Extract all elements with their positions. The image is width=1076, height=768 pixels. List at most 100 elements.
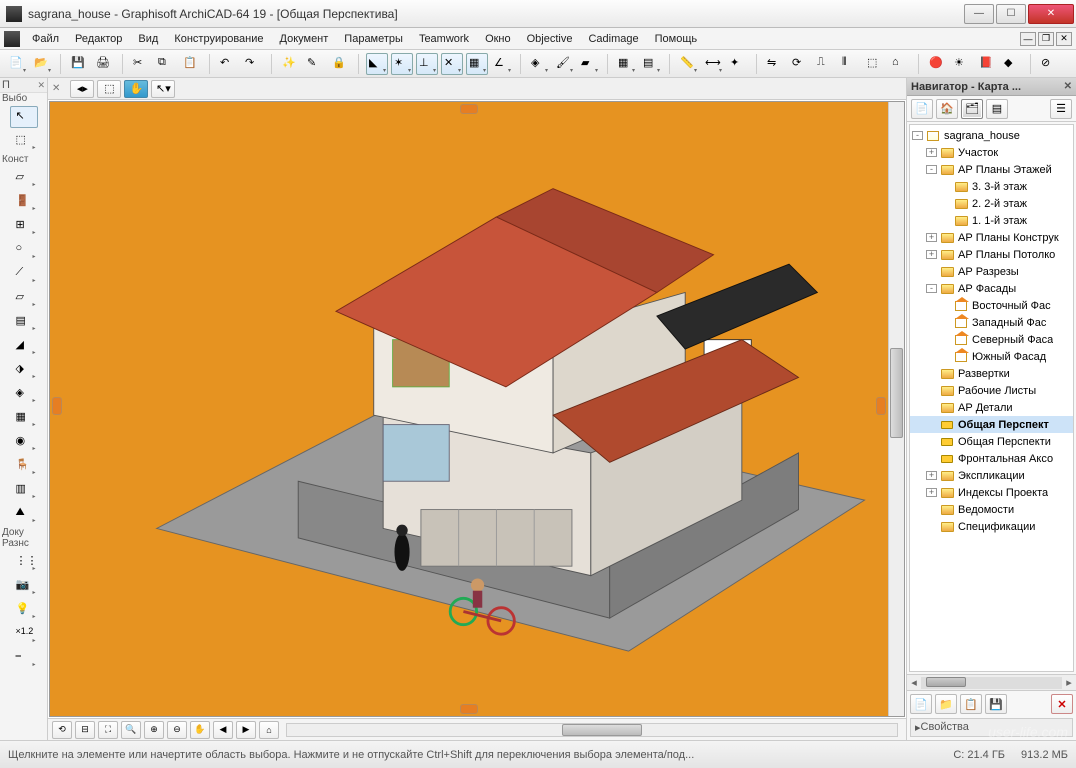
nav-tab-viewmap[interactable]: 🗂 xyxy=(961,99,983,119)
nav-new-folder[interactable]: 📁 xyxy=(935,694,957,714)
snap-6-button[interactable]: ∠ xyxy=(491,53,513,75)
nav-save[interactable]: 💾 xyxy=(985,694,1007,714)
morph-tool[interactable]: ◉ xyxy=(10,431,38,453)
skylight-tool[interactable]: ◈ xyxy=(10,383,38,405)
minimize-button[interactable]: — xyxy=(964,4,994,24)
tree-item[interactable]: Общая Перспекти xyxy=(910,433,1073,450)
text-misc-tool[interactable]: ×1.2 xyxy=(10,623,38,645)
wand-button[interactable]: ✨ xyxy=(279,53,301,75)
mdi-minimize[interactable]: — xyxy=(1020,32,1036,46)
tree-twisty-icon[interactable] xyxy=(940,335,951,344)
new-button[interactable]: 📄 xyxy=(6,53,28,75)
menu-view[interactable]: Вид xyxy=(130,30,166,48)
tree-twisty-icon[interactable] xyxy=(926,437,937,446)
tree-twisty-icon[interactable]: + xyxy=(926,233,937,242)
zoom-in-button[interactable]: ⊕ xyxy=(144,721,164,739)
curtain-tool[interactable]: ▦ xyxy=(10,407,38,429)
tree-item[interactable]: Ведомости xyxy=(910,501,1073,518)
zone-tool[interactable]: ▥ xyxy=(10,479,38,501)
column-tool[interactable]: ○ xyxy=(10,239,38,261)
camera-misc-tool[interactable]: 📷 xyxy=(10,575,38,597)
menu-teamwork[interactable]: Teamwork xyxy=(411,30,477,48)
tree-twisty-icon[interactable] xyxy=(926,505,937,514)
viewport-handle-right[interactable] xyxy=(876,397,886,415)
measure-button[interactable]: 📏 xyxy=(677,53,699,75)
help-button[interactable]: ⊘ xyxy=(1038,53,1060,75)
tree-twisty-icon[interactable]: - xyxy=(912,131,923,140)
cut-button[interactable]: ✂ xyxy=(130,53,152,75)
rotate-button[interactable]: ⟳ xyxy=(789,53,811,75)
tree-item[interactable]: +АР Планы Конструк xyxy=(910,229,1073,246)
pan-button[interactable]: ✋ xyxy=(190,721,210,739)
maximize-button[interactable]: ☐ xyxy=(996,4,1026,24)
render4-button[interactable]: ◆ xyxy=(1001,53,1023,75)
render3-button[interactable]: 📕 xyxy=(976,53,998,75)
tree-item[interactable]: -АР Планы Этажей xyxy=(910,161,1073,178)
tree-twisty-icon[interactable] xyxy=(926,420,937,429)
orbit-button[interactable]: ⟲ xyxy=(52,721,72,739)
mini-nav1[interactable]: ◂▸ xyxy=(70,80,94,98)
snap-2-button[interactable]: ✶ xyxy=(391,53,413,75)
viewport-hscroll[interactable] xyxy=(286,723,898,737)
navigator-header[interactable]: Навигатор - Карта ... ✕ xyxy=(907,78,1076,96)
menu-window[interactable]: Окно xyxy=(477,30,519,48)
view-prev-button[interactable]: ⊟ xyxy=(75,721,95,739)
menu-help[interactable]: Помощь xyxy=(647,30,706,48)
roof-tool[interactable]: ◢ xyxy=(10,335,38,357)
mirror-button[interactable]: ⇋ xyxy=(764,53,786,75)
lock-button[interactable]: 🔒 xyxy=(329,53,351,75)
tree-twisty-icon[interactable] xyxy=(926,369,937,378)
tree-twisty-icon[interactable] xyxy=(926,403,937,412)
model-button[interactable]: ▦ xyxy=(615,53,637,75)
tree-item[interactable]: 1. 1-й этаж xyxy=(910,212,1073,229)
align-button[interactable]: ⎍ xyxy=(814,53,836,75)
line-misc-tool[interactable]: ⎯ xyxy=(10,647,38,669)
tree-twisty-icon[interactable]: + xyxy=(926,250,937,259)
close-button[interactable]: ✕ xyxy=(1028,4,1074,24)
tree-item[interactable]: Западный Фас xyxy=(910,314,1073,331)
view-close-icon[interactable]: ✕ xyxy=(52,83,60,94)
tree-twisty-icon[interactable]: + xyxy=(926,471,937,480)
marquee-tool[interactable]: ⬚ xyxy=(10,130,38,152)
mini-nav4[interactable]: ↖▾ xyxy=(151,80,175,98)
properties-header[interactable]: ▸ Свойства xyxy=(910,718,1073,737)
zoom-out-button[interactable]: ⊖ xyxy=(167,721,187,739)
back-button[interactable]: ◀ xyxy=(213,721,233,739)
beam-tool[interactable]: ⟋ xyxy=(10,263,38,285)
menu-cadimage[interactable]: Cadimage xyxy=(580,30,646,48)
tree-twisty-icon[interactable]: - xyxy=(926,284,937,293)
tree-item[interactable]: Восточный Фас xyxy=(910,297,1073,314)
toolbox-close-icon[interactable]: ✕ xyxy=(37,80,45,91)
tree-twisty-icon[interactable] xyxy=(926,267,937,276)
tree-item[interactable]: +Участок xyxy=(910,144,1073,161)
tree-item[interactable]: -sagrana_house xyxy=(910,127,1073,144)
snap-5-button[interactable]: ▦ xyxy=(466,53,488,75)
nav-delete[interactable]: ✕ xyxy=(1051,694,1073,714)
open-button[interactable]: 📂 xyxy=(31,53,53,75)
tree-item[interactable]: 3. 3-й этаж xyxy=(910,178,1073,195)
compass-button[interactable]: ✦ xyxy=(727,53,749,75)
print-button[interactable]: 🖨 xyxy=(93,53,115,75)
lamp-tool[interactable]: 💡 xyxy=(10,599,38,621)
tree-item[interactable]: 2. 2-й этаж xyxy=(910,195,1073,212)
door-tool[interactable]: 🚪 xyxy=(10,191,38,213)
menu-construct[interactable]: Конструирование xyxy=(166,30,271,48)
viewport-handle-bottom[interactable] xyxy=(460,704,478,714)
object-tool[interactable]: 🪑 xyxy=(10,455,38,477)
tree-item[interactable]: Рабочие Листы xyxy=(910,382,1073,399)
menu-document[interactable]: Документ xyxy=(272,30,337,48)
viewport-handle-left[interactable] xyxy=(52,397,62,415)
render1-button[interactable]: 🔴 xyxy=(926,53,948,75)
tree-twisty-icon[interactable] xyxy=(940,199,951,208)
mini-nav2[interactable]: ⬚ xyxy=(97,80,121,98)
nav-clone[interactable]: 📋 xyxy=(960,694,982,714)
tree-twisty-icon[interactable]: + xyxy=(926,148,937,157)
paint-button[interactable]: 🖌 xyxy=(553,53,575,75)
window-tool[interactable]: ⊞ xyxy=(10,215,38,237)
tree-item[interactable]: +Экспликации xyxy=(910,467,1073,484)
views-button[interactable]: ▤ xyxy=(640,53,662,75)
slab-tool[interactable]: ▱ xyxy=(10,287,38,309)
mesh-tool[interactable]: ⛰ xyxy=(10,503,38,525)
tree-twisty-icon[interactable] xyxy=(926,522,937,531)
nav-new-view[interactable]: 📄 xyxy=(910,694,932,714)
